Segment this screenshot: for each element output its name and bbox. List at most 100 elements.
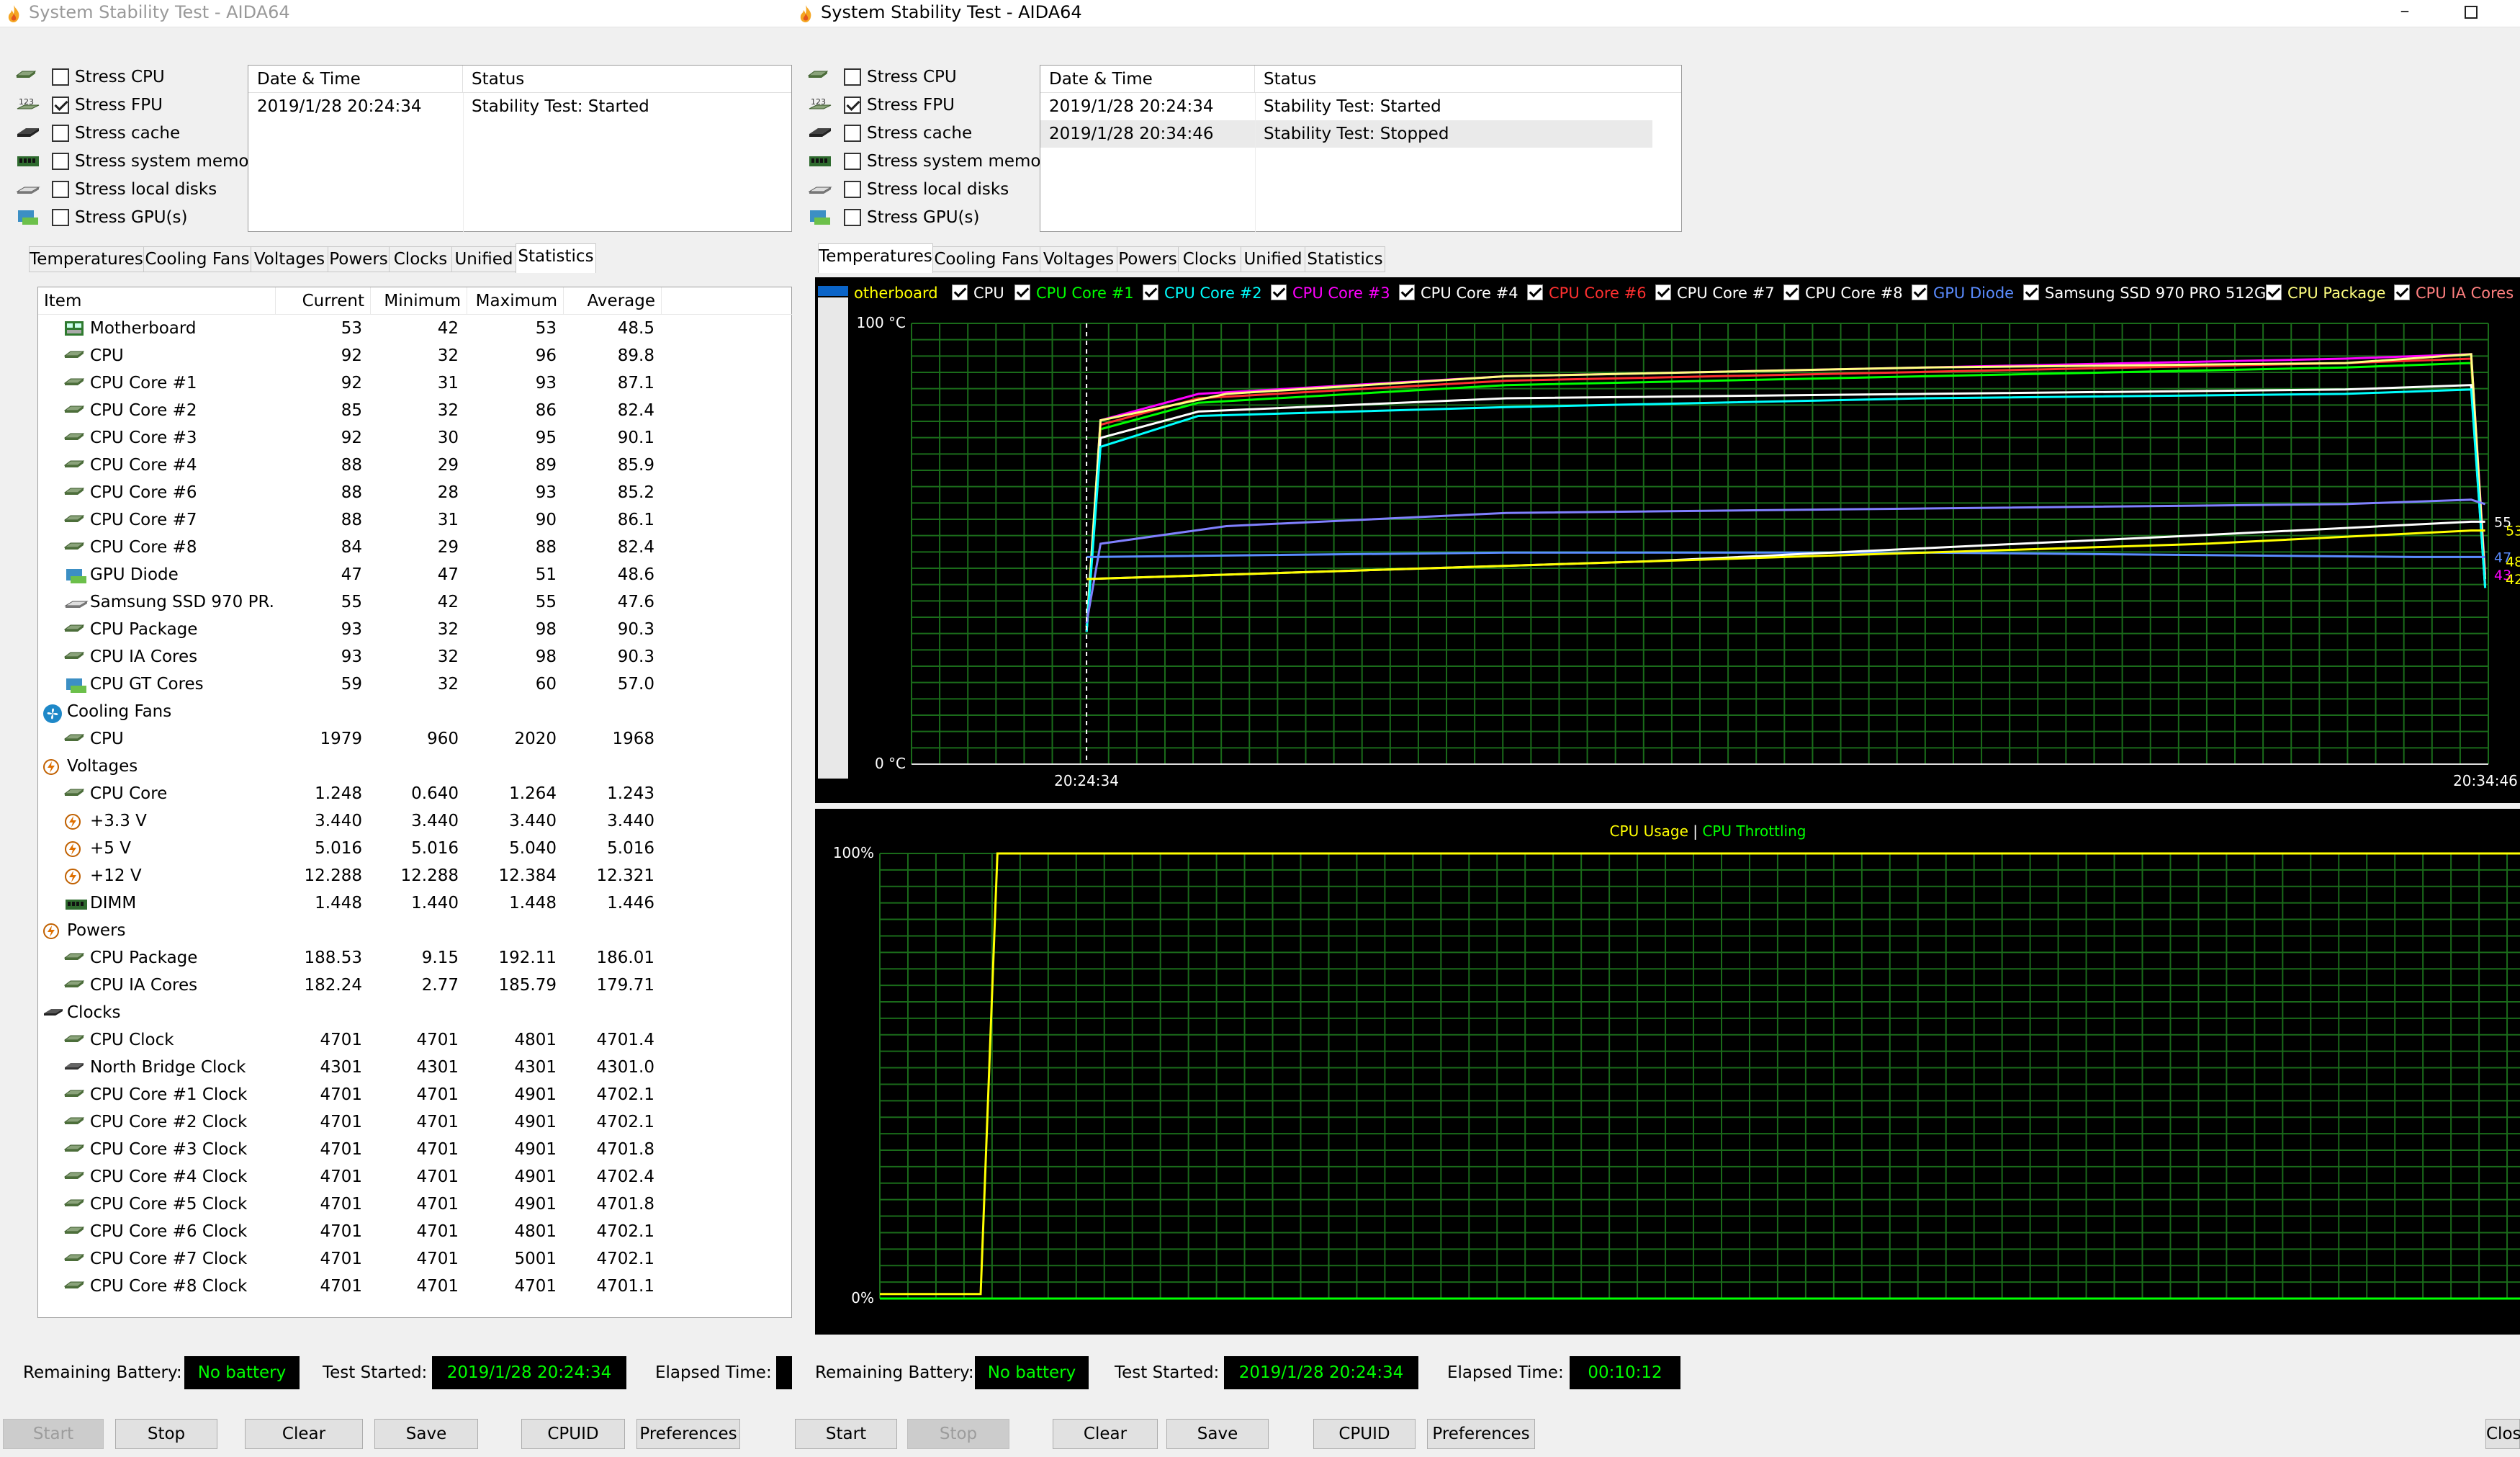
maximize-button[interactable] xyxy=(2449,0,2493,24)
table-row[interactable]: CPU Package 188.53 9.15 192.11 186.01 xyxy=(38,944,792,972)
table-row[interactable]: Powers xyxy=(38,917,792,944)
table-row[interactable]: CPU Core #6 88 28 93 85.2 xyxy=(38,479,792,506)
table-row[interactable]: CPU Core #3 92 30 95 90.1 xyxy=(38,424,792,452)
tab-unified[interactable]: Unified xyxy=(451,246,516,272)
table-row[interactable]: Motherboard 53 42 53 48.5 xyxy=(38,315,792,342)
stress-option-stress-cpu[interactable]: Stress CPU xyxy=(807,63,1045,91)
stop-button[interactable]: Stop xyxy=(907,1419,1009,1449)
legend-scroll-left[interactable] xyxy=(818,286,848,296)
table-row[interactable]: Cooling Fans xyxy=(38,698,792,725)
table-row[interactable]: CPU Core #1 92 31 93 87.1 xyxy=(38,369,792,397)
table-row[interactable]: CPU Core #6 Clock 4701 4701 4801 4702.1 xyxy=(38,1218,792,1245)
table-row[interactable]: CPU Core #5 Clock 4701 4701 4901 4701.8 xyxy=(38,1191,792,1218)
stress-option-stress-cpu[interactable]: Stress CPU xyxy=(15,63,253,91)
stress-option-stress-fpu[interactable]: 123 Stress FPU xyxy=(808,91,1045,120)
table-row[interactable]: +3.3 V 3.440 3.440 3.440 3.440 xyxy=(38,807,792,835)
table-row[interactable]: +5 V 5.016 5.016 5.040 5.016 xyxy=(38,835,792,862)
cpuid-button[interactable]: CPUID xyxy=(521,1419,625,1449)
clos-button[interactable]: Clos xyxy=(2485,1419,2520,1449)
tab-statistics[interactable]: Statistics xyxy=(1305,246,1385,272)
table-row[interactable]: CPU Core #8 84 29 88 82.4 xyxy=(38,534,792,561)
legend-checkbox[interactable] xyxy=(1271,284,1287,300)
table-row[interactable]: CPU Core #3 Clock 4701 4701 4901 4701.8 xyxy=(38,1136,792,1163)
column-header-status[interactable]: Status xyxy=(463,66,792,93)
table-row[interactable]: CPU IA Cores 93 32 98 90.3 xyxy=(38,643,792,671)
legend-checkbox[interactable] xyxy=(2394,284,2410,300)
stress-checkbox[interactable] xyxy=(844,97,861,114)
table-row[interactable]: CPU Core #4 Clock 4701 4701 4901 4702.4 xyxy=(38,1163,792,1191)
table-row[interactable]: CPU Core #7 88 31 90 86.1 xyxy=(38,506,792,534)
start-button[interactable]: Start xyxy=(3,1419,104,1449)
table-row[interactable]: CPU Core #8 Clock 4701 4701 4701 4701.1 xyxy=(38,1273,792,1300)
column-header-date-time[interactable]: Date & Time xyxy=(248,66,463,93)
legend-checkbox[interactable] xyxy=(1783,284,1799,300)
stress-option-stress-cache[interactable]: Stress cache xyxy=(808,120,1045,148)
table-row[interactable]: CPU 92 32 96 89.8 xyxy=(38,342,792,369)
stress-option-stress-system-memory[interactable]: Stress system memory xyxy=(16,148,266,176)
stop-button[interactable]: Stop xyxy=(115,1419,217,1449)
status-row[interactable]: 2019/1/28 20:24:34 Stability Test: Start… xyxy=(1040,93,1681,120)
table-row[interactable]: +12 V 12.288 12.288 12.384 12.321 xyxy=(38,862,792,889)
tab-voltages[interactable]: Voltages xyxy=(1040,246,1117,272)
save-button[interactable]: Save xyxy=(374,1419,478,1449)
preferences-button[interactable]: Preferences xyxy=(636,1419,740,1449)
status-row[interactable]: 2019/1/28 20:34:46 Stability Test: Stopp… xyxy=(1040,120,1652,148)
stress-checkbox[interactable] xyxy=(844,181,861,198)
save-button[interactable]: Save xyxy=(1166,1419,1269,1449)
stress-option-stress-local-disks[interactable]: Stress local disks xyxy=(808,176,1045,204)
stress-checkbox[interactable] xyxy=(52,153,69,170)
table-row[interactable]: CPU 1979 960 2020 1968 xyxy=(38,725,792,753)
table-row[interactable]: CPU Core #2 85 32 86 82.4 xyxy=(38,397,792,424)
stress-checkbox[interactable] xyxy=(844,68,861,86)
stress-checkbox[interactable] xyxy=(52,209,69,226)
legend-checkbox[interactable] xyxy=(1143,284,1158,300)
column-header-item[interactable]: Item xyxy=(38,287,276,315)
tab-powers[interactable]: Powers xyxy=(1117,246,1179,272)
legend-checkbox[interactable] xyxy=(1399,284,1415,300)
table-row[interactable]: CPU Clock 4701 4701 4801 4701.4 xyxy=(38,1026,792,1054)
table-row[interactable]: CPU Core #2 Clock 4701 4701 4901 4702.1 xyxy=(38,1108,792,1136)
table-row[interactable]: Clocks xyxy=(38,999,792,1026)
start-button[interactable]: Start xyxy=(795,1419,897,1449)
stress-checkbox[interactable] xyxy=(52,125,69,142)
legend-checkbox[interactable] xyxy=(1655,284,1671,300)
column-header-date-time[interactable]: Date & Time xyxy=(1040,66,1255,93)
table-row[interactable]: CPU Core 1.248 0.640 1.264 1.243 xyxy=(38,780,792,807)
stress-option-stress-local-disks[interactable]: Stress local disks xyxy=(16,176,253,204)
legend-checkbox[interactable] xyxy=(2266,284,2282,300)
stress-checkbox[interactable] xyxy=(52,181,69,198)
table-row[interactable]: GPU Diode 47 47 51 48.6 xyxy=(38,561,792,588)
table-row[interactable]: Samsung SSD 970 PR... 55 42 55 47.6 xyxy=(38,588,792,616)
table-row[interactable]: CPU Core #4 88 29 89 85.9 xyxy=(38,452,792,479)
legend-checkbox[interactable] xyxy=(952,284,968,300)
stress-option-stress-gpu-s-[interactable]: Stress GPU(s) xyxy=(16,204,253,232)
tab-temperatures[interactable]: Temperatures xyxy=(818,243,933,273)
column-header-maximum[interactable]: Maximum xyxy=(467,287,564,315)
table-row[interactable]: DIMM 1.448 1.440 1.448 1.446 xyxy=(38,889,792,917)
tab-voltages[interactable]: Voltages xyxy=(251,246,328,272)
tab-unified[interactable]: Unified xyxy=(1241,246,1305,272)
stress-option-stress-cache[interactable]: Stress cache xyxy=(16,120,253,148)
table-row[interactable]: CPU IA Cores 182.24 2.77 185.79 179.71 xyxy=(38,972,792,999)
column-header-minimum[interactable]: Minimum xyxy=(371,287,467,315)
tab-powers[interactable]: Powers xyxy=(328,246,390,272)
legend-checkbox[interactable] xyxy=(1014,284,1030,300)
stress-option-stress-gpu-s-[interactable]: Stress GPU(s) xyxy=(808,204,1045,232)
tab-temperatures[interactable]: Temperatures xyxy=(29,246,144,272)
tab-cooling-fans[interactable]: Cooling Fans xyxy=(143,246,251,272)
table-row[interactable]: North Bridge Clock 4301 4301 4301 4301.0 xyxy=(38,1054,792,1081)
tab-clocks[interactable]: Clocks xyxy=(389,246,452,272)
table-row[interactable]: CPU Core #7 Clock 4701 4701 5001 4702.1 xyxy=(38,1245,792,1273)
table-row[interactable]: CPU Package 93 32 98 90.3 xyxy=(38,616,792,643)
clear-button[interactable]: Clear xyxy=(245,1419,363,1449)
stress-checkbox[interactable] xyxy=(844,209,861,226)
tab-cooling-fans[interactable]: Cooling Fans xyxy=(932,246,1040,272)
stress-checkbox[interactable] xyxy=(844,153,861,170)
legend-checkbox[interactable] xyxy=(2023,284,2039,300)
tab-clocks[interactable]: Clocks xyxy=(1178,246,1241,272)
preferences-button[interactable]: Preferences xyxy=(1427,1419,1535,1449)
table-row[interactable]: CPU Core #1 Clock 4701 4701 4901 4702.1 xyxy=(38,1081,792,1108)
table-row[interactable]: Voltages xyxy=(38,753,792,780)
column-header-status[interactable]: Status xyxy=(1255,66,1683,93)
column-header-average[interactable]: Average xyxy=(564,287,662,315)
